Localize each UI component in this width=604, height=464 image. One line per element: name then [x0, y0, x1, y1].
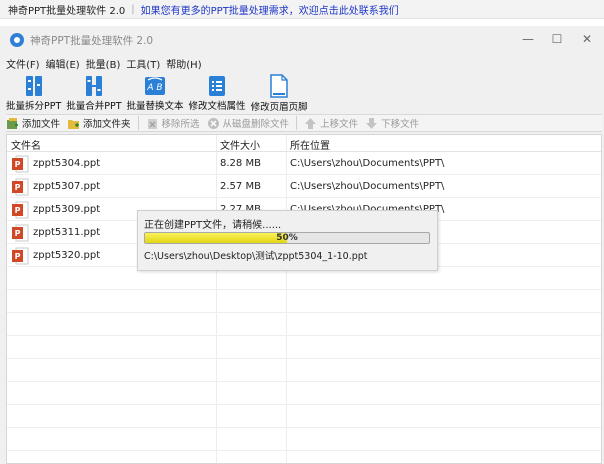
- header-footer-label: 修改页眉页脚: [250, 102, 308, 113]
- empty-row: [7, 382, 601, 405]
- title-bar: 神奇PPT批量处理软件 2.0 — ☐ ✕: [0, 26, 604, 54]
- file-name: zppt5311.ppt: [33, 227, 101, 238]
- svg-text:P: P: [15, 183, 21, 192]
- split-ppt-button[interactable]: 批量拆分PPT: [6, 72, 61, 112]
- file-name: zppt5309.ppt: [33, 204, 101, 215]
- banner-divider: |: [131, 3, 135, 15]
- menu-bar: 文件(F) 编辑(E) 批量(B) 工具(T) 帮助(H): [0, 54, 604, 72]
- file-name: zppt5304.ppt: [33, 158, 101, 169]
- contact-us-link[interactable]: 如果您有更多的PPT批量处理需求，欢迎点击此处联系我们: [141, 2, 399, 17]
- doc-properties-label: 修改文档属性: [188, 101, 246, 112]
- header-footer-button[interactable]: 修改页眉页脚: [250, 72, 308, 113]
- add-folder-button[interactable]: 添加文件夹: [67, 116, 131, 130]
- merge-icon: [83, 74, 105, 97]
- progress-message: 正在创建PPT文件，请稍候......: [144, 220, 282, 231]
- split-ppt-label: 批量拆分PPT: [6, 101, 62, 112]
- empty-row: [7, 336, 601, 359]
- move-down-button[interactable]: 下移文件: [365, 116, 419, 130]
- progress-dialog: 正在创建PPT文件，请稍候...... 50% C:\Users\zhou\De…: [137, 210, 438, 271]
- column-header-filename[interactable]: 文件名: [11, 137, 41, 152]
- arrow-up-icon: [304, 117, 317, 130]
- file-name: zppt5307.ppt: [33, 181, 101, 192]
- menu-help[interactable]: 帮助(H): [166, 56, 201, 71]
- file-size: 2.57 MB: [220, 181, 261, 192]
- move-up-label: 上移文件: [320, 119, 359, 130]
- file-location: C:\Users\zhou\Documents\PPT\: [290, 158, 445, 169]
- action-divider: [296, 116, 298, 130]
- empty-row: [7, 359, 601, 382]
- empty-row: [7, 405, 601, 428]
- replace-text-label: 批量替换文本: [126, 101, 184, 112]
- ppt-file-icon: P: [12, 247, 29, 265]
- doc-properties-button[interactable]: 修改文档属性: [189, 72, 246, 112]
- header-footer-icon: [268, 74, 290, 98]
- maximize-button[interactable]: ☐: [550, 32, 564, 46]
- minimize-button[interactable]: —: [521, 32, 535, 46]
- progress-bar: 50%: [144, 232, 430, 244]
- ppt-file-icon: P: [12, 224, 29, 242]
- svg-text:P: P: [15, 252, 21, 261]
- svg-text:A B: A B: [146, 83, 162, 93]
- add-folder-label: 添加文件夹: [83, 119, 131, 130]
- merge-ppt-label: 批量合并PPT: [66, 101, 122, 112]
- svg-text:P: P: [15, 206, 21, 215]
- top-banner: 神奇PPT批量处理软件 2.0 | 如果您有更多的PPT批量处理需求，欢迎点击此…: [0, 0, 604, 19]
- ppt-file-icon: P: [12, 178, 29, 196]
- add-file-label: 添加文件: [22, 119, 61, 130]
- add-file-icon: [6, 117, 19, 130]
- app-logo-icon: [10, 33, 24, 47]
- empty-row: [7, 428, 601, 451]
- menu-batch[interactable]: 批量(B): [86, 56, 121, 71]
- delete-icon: [207, 117, 220, 130]
- delete-from-disk-label: 从磁盘删除文件: [222, 119, 290, 130]
- ppt-file-icon: P: [12, 155, 29, 173]
- remove-icon: [146, 117, 159, 130]
- column-header-size[interactable]: 文件大小: [220, 137, 260, 152]
- main-toolbar: 批量拆分PPT 批量合并PPT A B 批量替换文本 修改文档属性 修改页眉页脚: [0, 72, 604, 113]
- file-action-bar: 添加文件 添加文件夹 移除所选 从磁盘删除文件 上移文件 下移文件: [6, 114, 602, 132]
- svg-text:P: P: [15, 160, 21, 169]
- replace-text-icon: A B: [144, 74, 166, 97]
- empty-row: [7, 290, 601, 313]
- replace-text-button[interactable]: A B 批量替换文本: [127, 72, 184, 112]
- move-down-label: 下移文件: [381, 119, 420, 130]
- remove-selected-label: 移除所选: [161, 119, 200, 130]
- window-title: 神奇PPT批量处理软件 2.0: [30, 34, 154, 47]
- action-divider: [137, 116, 139, 130]
- table-header: 文件名 文件大小 所在位置: [7, 135, 601, 152]
- remove-selected-button[interactable]: 移除所选: [146, 116, 200, 130]
- table-row[interactable]: P zppt5304.ppt 8.28 MB C:\Users\zhou\Doc…: [7, 152, 601, 175]
- close-button[interactable]: ✕: [580, 32, 594, 46]
- column-header-location[interactable]: 所在位置: [290, 137, 330, 152]
- delete-from-disk-button[interactable]: 从磁盘删除文件: [207, 116, 290, 130]
- file-list-table: 文件名 文件大小 所在位置 P zppt5304.ppt 8.28 MB C:\…: [6, 134, 602, 464]
- svg-text:P: P: [15, 229, 21, 238]
- file-name: zppt5320.ppt: [33, 250, 101, 261]
- add-file-button[interactable]: 添加文件: [6, 116, 60, 130]
- properties-icon: [206, 74, 228, 97]
- menu-tools[interactable]: 工具(T): [126, 56, 160, 71]
- empty-row: [7, 313, 601, 336]
- file-size: 8.28 MB: [220, 158, 261, 169]
- menu-file[interactable]: 文件(F): [6, 56, 40, 71]
- add-folder-icon: [67, 117, 80, 130]
- arrow-down-icon: [365, 117, 378, 130]
- progress-percent: 50%: [276, 233, 298, 243]
- ppt-file-icon: P: [12, 201, 29, 219]
- file-location: C:\Users\zhou\Documents\PPT\: [290, 181, 445, 192]
- move-up-button[interactable]: 上移文件: [304, 116, 358, 130]
- merge-ppt-button[interactable]: 批量合并PPT: [66, 72, 122, 112]
- current-file-path: C:\Users\zhou\Desktop\测试\zppt5304_1-10.p…: [144, 251, 368, 262]
- menu-edit[interactable]: 编辑(E): [46, 56, 80, 71]
- split-icon: [23, 74, 45, 97]
- table-row[interactable]: P zppt5307.ppt 2.57 MB C:\Users\zhou\Doc…: [7, 175, 601, 198]
- banner-app-title: 神奇PPT批量处理软件 2.0: [8, 5, 126, 17]
